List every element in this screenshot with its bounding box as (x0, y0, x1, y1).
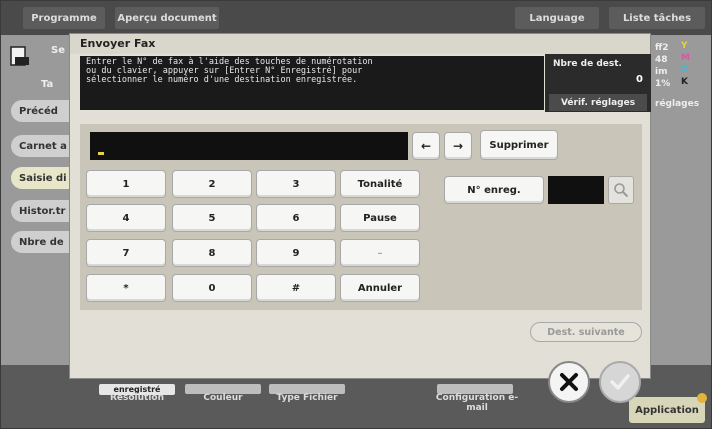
magnifier-icon (614, 183, 629, 198)
fax-entry-panel: ← → Supprimer 1 2 3 Tonalité 4 5 6 Pause… (80, 124, 642, 310)
key-6[interactable]: 6 (256, 204, 336, 232)
registered-number-field[interactable] (548, 176, 604, 204)
bg-right-text-1: ff2 (655, 43, 669, 53)
key-tonalite[interactable]: Tonalité (340, 170, 420, 198)
bg-button-carnet[interactable]: Carnet a (11, 135, 75, 157)
cursor-left-button[interactable]: ← (412, 132, 440, 160)
instruction-line-3: sélectionner le numéro d'une destination… (86, 75, 358, 85)
bg-right-text-2: 48 (655, 55, 668, 65)
key-7[interactable]: 7 (86, 239, 166, 267)
key-dash[interactable]: – (340, 239, 420, 267)
tab-liste-taches[interactable]: Liste tâches (609, 7, 705, 29)
envoyer-fax-dialog: Envoyer Fax Entrer le N° de fax à l'aide… (69, 33, 651, 379)
bg-reglages-label: réglages (655, 99, 700, 109)
key-hash[interactable]: # (256, 274, 336, 302)
verif-reglages-button[interactable]: Vérif. réglages (549, 94, 647, 111)
application-button[interactable]: Application (629, 397, 705, 423)
key-1[interactable]: 1 (86, 170, 166, 198)
annuler-button[interactable]: Annuler (340, 274, 420, 302)
bg-label-se: Se (51, 45, 65, 56)
destination-suivante-button[interactable]: Dest. suivante (530, 322, 642, 342)
destination-count-panel: Nbre de dest. 0 Vérif. réglages (545, 54, 651, 112)
cmyk-y-label: Y (681, 41, 688, 51)
cmyk-c-label: C (681, 65, 688, 75)
key-2[interactable]: 2 (172, 170, 252, 198)
dialog-titlebar: Envoyer Fax (70, 34, 650, 54)
dialog-title: Envoyer Fax (80, 37, 156, 50)
ok-button[interactable] (599, 361, 641, 403)
key-3[interactable]: 3 (256, 170, 336, 198)
key-star[interactable]: * (86, 274, 166, 302)
bg-button-nbre-dest[interactable]: Nbre de (11, 231, 75, 253)
supprimer-button[interactable]: Supprimer (480, 130, 558, 160)
bg-right-text-4: 1% (655, 79, 671, 89)
tab-programme[interactable]: Programme (23, 7, 105, 29)
bottom-tab-config-email[interactable]: Configuration e-mail (435, 393, 519, 413)
search-button[interactable] (608, 176, 634, 204)
key-0[interactable]: 0 (172, 274, 252, 302)
input-caret (98, 152, 104, 155)
bg-right-text-3: im (655, 67, 668, 77)
tab-language[interactable]: Language (515, 7, 599, 29)
dest-count-value: 0 (636, 74, 643, 85)
bg-label-ta: Ta (41, 79, 54, 90)
bg-button-historique[interactable]: Histor.tr (11, 200, 75, 222)
bottom-tab-resolution[interactable]: Résolution (97, 393, 177, 403)
notification-dot (697, 393, 707, 403)
cmyk-m-label: M (681, 53, 690, 63)
key-pause[interactable]: Pause (340, 204, 420, 232)
bottom-tab-couleur[interactable]: Couleur (183, 393, 263, 403)
key-8[interactable]: 8 (172, 239, 252, 267)
close-button[interactable] (548, 361, 590, 403)
checkmark-icon (610, 374, 630, 390)
key-9[interactable]: 9 (256, 239, 336, 267)
background-right-panel: ff2 48 im 1% Y M C K réglages (651, 35, 711, 365)
mfp-screen: Programme Aperçu document Language Liste… (0, 0, 712, 429)
tab-apercu-document[interactable]: Aperçu document (115, 7, 219, 29)
fax-number-input[interactable] (90, 132, 408, 160)
key-4[interactable]: 4 (86, 204, 166, 232)
cursor-right-button[interactable]: → (444, 132, 472, 160)
cmyk-k-label: K (681, 77, 688, 87)
instruction-text: Entrer le N° de fax à l'aide des touches… (80, 56, 544, 110)
close-icon (560, 373, 578, 391)
numero-enregistre-button[interactable]: N° enreg. (444, 176, 544, 204)
dest-count-label: Nbre de dest. (553, 59, 622, 69)
document-scan-icon (10, 46, 29, 66)
bottom-tab-type-fichier[interactable]: Type Fichier (267, 393, 347, 403)
key-5[interactable]: 5 (172, 204, 252, 232)
bg-button-saisie-directe[interactable]: Saisie di (11, 167, 75, 189)
bg-button-precedent[interactable]: Précéd (11, 100, 75, 122)
top-tab-bar: Programme Aperçu document Language Liste… (1, 1, 711, 35)
